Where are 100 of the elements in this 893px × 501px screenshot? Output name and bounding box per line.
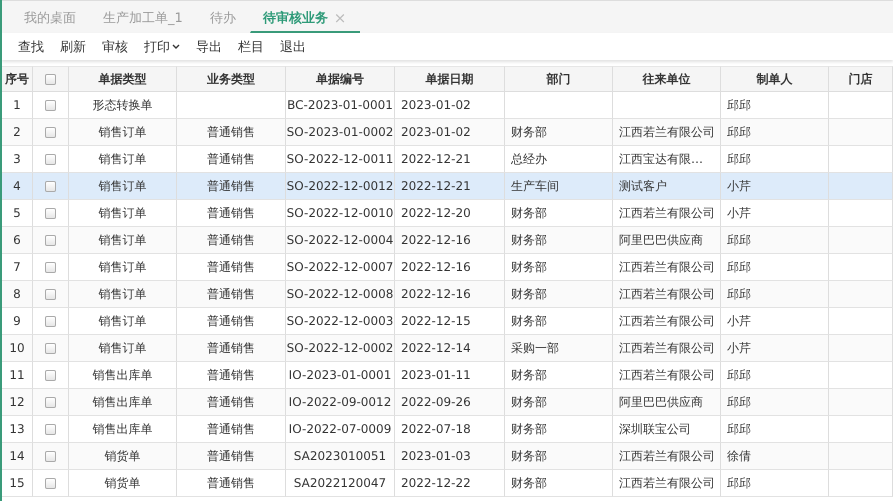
table-cell: 邱邱 [721,389,829,416]
row-checkbox[interactable] [45,100,56,110]
toolbar-button[interactable]: 导出 [188,34,230,58]
table-cell: 财务部 [505,119,613,146]
row-number[interactable]: 9 [2,308,33,335]
row-number[interactable]: 4 [2,173,33,200]
table-cell: 财务部 [505,416,613,443]
table-cell: 2022-07-18 [395,416,505,443]
row-number[interactable]: 15 [2,470,33,497]
table-cell: SO-2022-12-0004 [286,227,395,254]
table-cell: 销售订单 [69,227,177,254]
column-header: 序号 [2,66,33,92]
table-cell: 测试客户 [613,173,721,200]
row-number[interactable]: 5 [2,200,33,227]
toolbar-button[interactable]: 栏目 [230,34,272,58]
table-cell: 总经办 [505,146,613,173]
table-cell: 销售订单 [69,335,177,362]
table-cell: SO-2022-12-0011 [286,146,395,173]
table-cell: 邱邱 [721,92,829,119]
row-checkbox[interactable] [45,288,56,300]
row-number[interactable]: 3 [2,146,33,173]
column-header: 门店 [829,66,893,92]
row-checkbox[interactable] [45,208,56,218]
table-cell: 2022-12-16 [395,254,505,281]
toolbar-button[interactable]: 审核 [94,34,136,58]
table-cell: 普通销售 [177,308,286,335]
table-cell: 普通销售 [177,173,286,200]
table-cell: 财务部 [505,254,613,281]
table-cell: 销货单 [69,470,177,497]
table-cell: 邱邱 [721,281,829,308]
table-cell: 财务部 [505,308,613,335]
table-cell: 销售订单 [69,119,177,146]
column-header: 单据类型 [69,66,177,92]
toolbar-button[interactable]: 打印 [136,34,188,58]
table-cell: 普通销售 [177,335,286,362]
toolbar-button[interactable]: 查找 [10,34,52,58]
table-cell: 财务部 [505,443,613,470]
table-cell: 2022-12-20 [395,200,505,227]
row-number[interactable]: 11 [2,362,33,389]
table-cell: 普通销售 [177,200,286,227]
table-cell: SA2023010051 [286,443,395,470]
row-number[interactable]: 7 [2,254,33,281]
row-number[interactable]: 2 [2,119,33,146]
row-checkbox[interactable] [45,262,56,272]
table-cell: 销售出库单 [69,416,177,443]
table-cell: 普通销售 [177,470,286,497]
table-cell: 小芹 [721,308,829,335]
row-checkbox[interactable] [45,180,56,192]
row-number[interactable]: 12 [2,389,33,416]
table-cell: 财务部 [505,389,613,416]
row-checkbox[interactable] [45,342,56,354]
table-cell: SO-2023-01-0002 [286,119,395,146]
row-number[interactable]: 13 [2,416,33,443]
table-cell: 普通销售 [177,281,286,308]
table-cell: 江西若兰有限公司 [613,443,721,470]
table-cell: SO-2022-12-0008 [286,281,395,308]
table-cell: 财务部 [505,281,613,308]
row-checkbox[interactable] [45,316,56,326]
row-checkbox[interactable] [45,234,56,246]
table-cell: 普通销售 [177,146,286,173]
table-cell: 徐倩 [721,443,829,470]
row-checkbox[interactable] [45,478,56,488]
table-cell: 采购一部 [505,335,613,362]
toolbar-button[interactable]: 退出 [272,34,314,58]
table-cell: 销售订单 [69,281,177,308]
column-header: 业务类型 [177,66,286,92]
row-number[interactable]: 14 [2,443,33,470]
table-cell: 小芹 [721,173,829,200]
toolbar-button[interactable]: 刷新 [52,34,94,58]
row-number[interactable]: 1 [2,92,33,119]
row-checkbox[interactable] [45,396,56,408]
table-cell: 江西宝达有限… [613,146,721,173]
row-checkbox[interactable] [45,424,56,434]
table-cell: 江西若兰有限公司 [613,281,721,308]
table-cell: 2022-12-22 [395,470,505,497]
table-cell: 普通销售 [177,389,286,416]
table-cell: 邱邱 [721,416,829,443]
table-cell: 江西若兰有限公司 [613,308,721,335]
table-cell: 财务部 [505,470,613,497]
table-cell: 2022-12-21 [395,146,505,173]
row-checkbox[interactable] [45,450,56,462]
row-number[interactable]: 10 [2,335,33,362]
table-cell: 江西若兰有限公司 [613,254,721,281]
row-number[interactable]: 6 [2,227,33,254]
table-cell: 普通销售 [177,254,286,281]
row-checkbox[interactable] [45,370,56,380]
row-number[interactable]: 8 [2,281,33,308]
table-cell: 销售出库单 [69,389,177,416]
tab-label: 待审核业务 [262,10,328,27]
column-header: 单据编号 [286,66,395,92]
table-cell: BC-2023-01-0001 [286,92,395,119]
table-cell: 2023-01-03 [395,443,505,470]
row-checkbox[interactable] [45,154,56,164]
table-cell: 江西若兰有限公司 [613,200,721,227]
table-cell: 邱邱 [721,146,829,173]
row-checkbox[interactable] [45,126,56,138]
table-cell: SO-2022-12-0007 [286,254,395,281]
table-cell: IO-2023-01-0001 [286,362,395,389]
table-cell: 邱邱 [721,119,829,146]
select-all-checkbox[interactable] [45,74,56,84]
